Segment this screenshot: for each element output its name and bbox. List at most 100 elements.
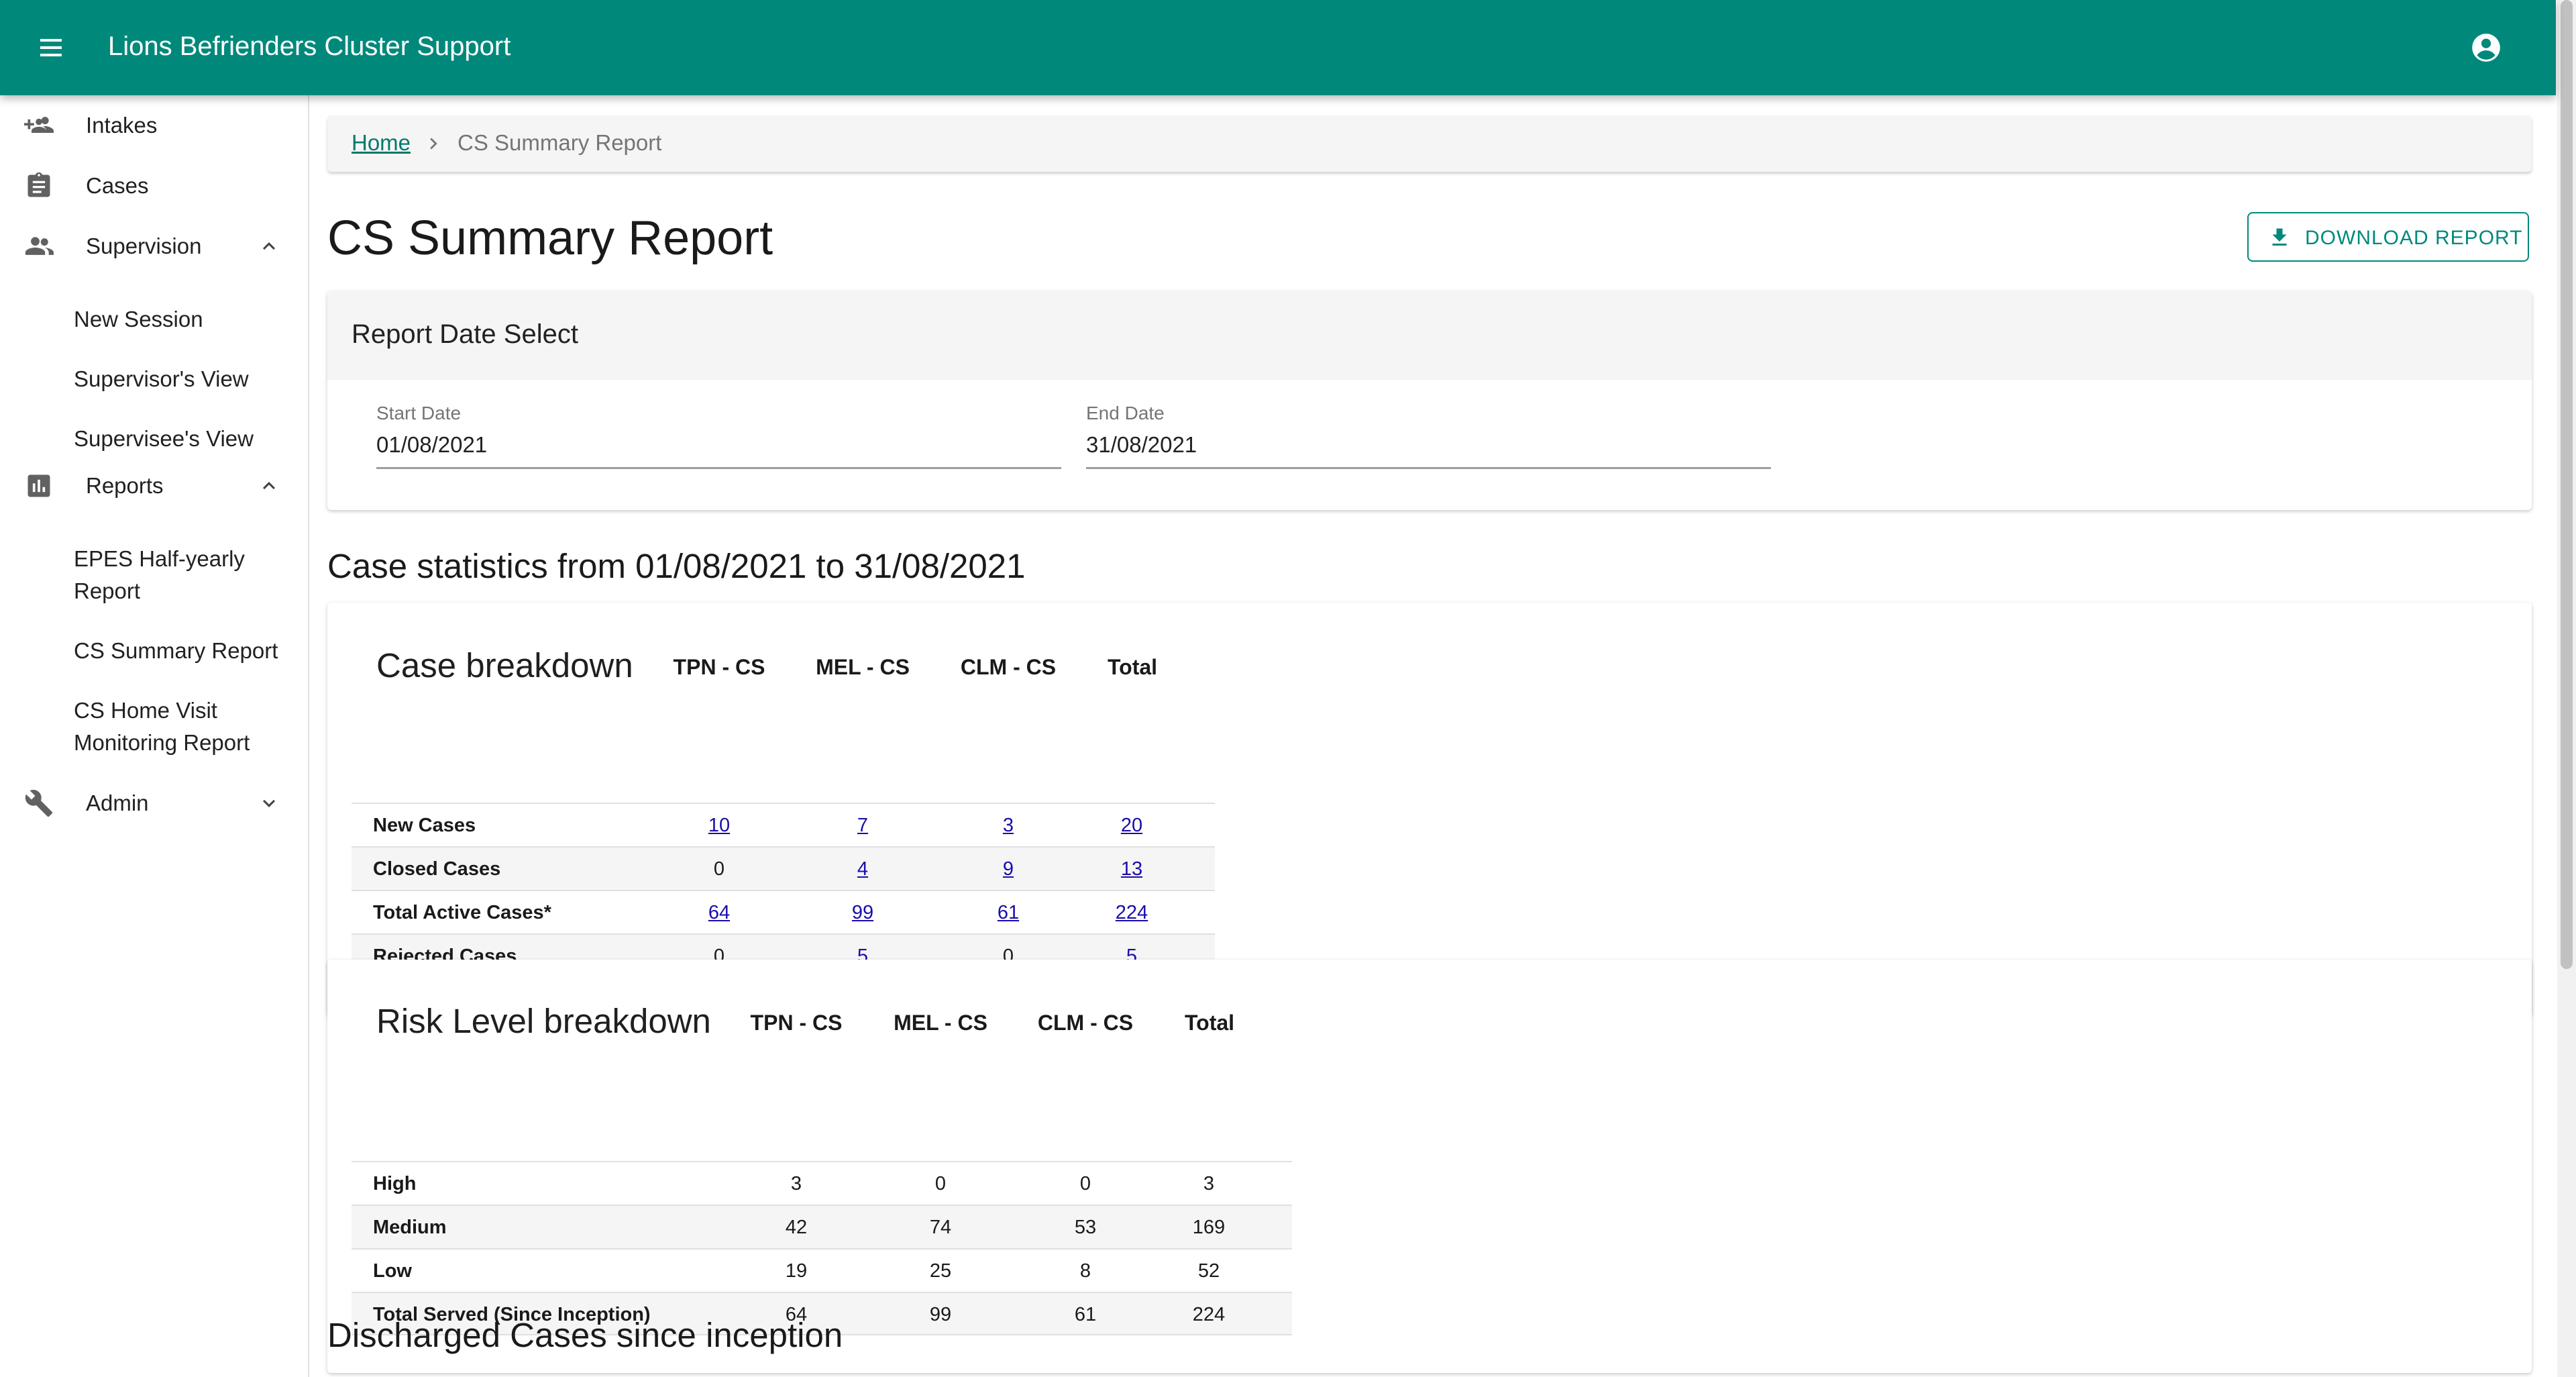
- sidebar-item-label: Cases: [86, 173, 149, 198]
- cell-link[interactable]: 99: [852, 902, 873, 923]
- sidebar-item-label: Supervision: [86, 234, 202, 258]
- app-bar: Lions Befrienders Cluster Support: [0, 0, 2556, 95]
- column-header: CLM - CS: [1037, 1011, 1134, 1035]
- column-header: MEL - CS: [894, 1011, 987, 1035]
- risk-breakdown-title: Risk Level breakdown: [376, 1002, 711, 1040]
- stats-heading: Case statistics from 01/08/2021 to 31/08…: [327, 547, 1026, 585]
- report-date-card: Report Date Select Start Date End Date: [327, 291, 2532, 510]
- cell-link[interactable]: 10: [708, 815, 730, 836]
- cell-link[interactable]: 20: [1121, 815, 1142, 836]
- breadcrumb: Home CS Summary Report: [327, 115, 2532, 172]
- table-row: High 3 0 0 3: [352, 1161, 1292, 1205]
- column-header: Total: [1184, 1011, 1235, 1035]
- table-cell: 224: [1091, 902, 1172, 924]
- row-label: Closed Cases: [373, 858, 501, 880]
- wrench-icon: [24, 788, 54, 818]
- sidebar: Intakes Cases Supervision New Session Su…: [0, 95, 309, 1377]
- download-report-button[interactable]: DOWNLOAD REPORT: [2247, 212, 2529, 262]
- table-cell: 8: [1079, 1260, 1091, 1282]
- table-row: Closed Cases 0 4 9 13: [352, 846, 1215, 890]
- cell-link[interactable]: 4: [857, 858, 868, 880]
- end-date-label: End Date: [1086, 403, 1165, 423]
- cell-link[interactable]: 7: [857, 815, 868, 836]
- sidebar-item-supervisees-view[interactable]: Supervisee's View: [74, 423, 295, 455]
- row-label: New Cases: [373, 815, 476, 836]
- sidebar-item-supervision[interactable]: Supervision: [0, 216, 307, 276]
- table-cell: 10: [679, 815, 759, 837]
- table-cell: 9: [968, 858, 1049, 880]
- case-breakdown-title: Case breakdown: [376, 646, 633, 684]
- page-title: CS Summary Report: [327, 211, 773, 265]
- cell-link[interactable]: 9: [1003, 858, 1014, 880]
- risk-breakdown-card: Risk Level breakdown TPN - CS MEL - CS C…: [327, 960, 2532, 1373]
- bar-chart-icon: [24, 471, 54, 501]
- case-breakdown-card: Case breakdown TPN - CS MEL - CS CLM - C…: [327, 603, 2532, 1016]
- chevron-up-icon: [257, 234, 281, 258]
- table-cell: 224: [1192, 1304, 1226, 1325]
- table-row: Low 19 25 8 52: [352, 1248, 1292, 1292]
- breadcrumb-home-link[interactable]: Home: [352, 130, 411, 156]
- table-cell: 64: [679, 902, 759, 924]
- cell-link[interactable]: 64: [708, 902, 730, 923]
- table-cell: 0: [713, 858, 725, 880]
- discharged-heading: Discharged Cases since inception: [327, 1316, 843, 1354]
- table-cell: 99: [929, 1304, 952, 1325]
- table-cell: 13: [1091, 858, 1172, 880]
- sidebar-item-new-session[interactable]: New Session: [74, 303, 295, 336]
- column-header: TPN - CS: [673, 655, 765, 679]
- sidebar-item-cs-home-visit-report[interactable]: CS Home Visit Monitoring Report: [74, 695, 295, 759]
- breadcrumb-current: CS Summary Report: [458, 130, 662, 155]
- row-label: Total Active Cases*: [373, 902, 551, 923]
- table-cell: 7: [822, 815, 903, 837]
- table-cell: 53: [1074, 1217, 1097, 1238]
- sidebar-item-cases[interactable]: Cases: [0, 156, 307, 216]
- download-report-label: DOWNLOAD REPORT: [2305, 227, 2523, 249]
- table-row: Medium 42 74 53 169: [352, 1205, 1292, 1248]
- column-header: MEL - CS: [816, 655, 910, 679]
- menu-icon[interactable]: [32, 31, 72, 64]
- table-cell: 99: [822, 902, 903, 924]
- account-icon[interactable]: [2469, 31, 2503, 64]
- chevron-down-icon: [257, 791, 281, 815]
- sidebar-item-cs-summary-report[interactable]: CS Summary Report: [74, 635, 295, 667]
- start-date-label: Start Date: [376, 403, 462, 423]
- sidebar-item-intakes[interactable]: Intakes: [0, 95, 307, 156]
- chevron-right-icon: [422, 132, 445, 155]
- column-header: TPN - CS: [750, 1011, 843, 1035]
- cell-link[interactable]: 61: [998, 902, 1019, 923]
- add-group-icon: [24, 111, 54, 140]
- table-cell: 3: [790, 1173, 802, 1194]
- table-cell: 3: [968, 815, 1049, 837]
- sidebar-item-reports[interactable]: Reports: [0, 456, 307, 516]
- sidebar-item-supervisors-view[interactable]: Supervisor's View: [74, 363, 295, 395]
- sidebar-item-label: Intakes: [86, 113, 158, 138]
- cell-link[interactable]: 13: [1121, 858, 1142, 880]
- report-date-title: Report Date Select: [352, 319, 578, 349]
- end-date-field[interactable]: End Date: [1086, 403, 1771, 469]
- table-row: Total Active Cases* 64 99 61 224: [352, 890, 1215, 933]
- column-header: CLM - CS: [960, 655, 1057, 679]
- app-title: Lions Befrienders Cluster Support: [108, 32, 511, 61]
- table-cell: 0: [1079, 1173, 1091, 1194]
- table-cell: 3: [1203, 1173, 1215, 1194]
- table-cell: 0: [934, 1173, 947, 1194]
- table-cell: 169: [1192, 1217, 1226, 1238]
- end-date-input[interactable]: [1086, 432, 1771, 458]
- start-date-field[interactable]: Start Date: [376, 403, 1061, 469]
- table-cell: 52: [1197, 1260, 1220, 1282]
- cell-link[interactable]: 3: [1003, 815, 1014, 836]
- table-cell: 4: [822, 858, 903, 880]
- start-date-input[interactable]: [376, 432, 1061, 458]
- sidebar-item-epes-report[interactable]: EPES Half-yearly Report: [74, 543, 295, 607]
- table-row: New Cases 10 7 3 20: [352, 803, 1215, 846]
- column-header: Total: [1107, 655, 1158, 679]
- sidebar-item-label: Admin: [86, 790, 149, 815]
- cell-link[interactable]: 224: [1116, 902, 1148, 923]
- scrollbar-thumb[interactable]: [2561, 0, 2573, 969]
- chevron-up-icon: [257, 474, 281, 498]
- row-label: High: [373, 1173, 417, 1194]
- sidebar-item-admin[interactable]: Admin: [0, 773, 307, 833]
- sidebar-item-label: Reports: [86, 473, 164, 498]
- row-label: Medium: [373, 1217, 447, 1238]
- table-cell: 42: [785, 1217, 808, 1238]
